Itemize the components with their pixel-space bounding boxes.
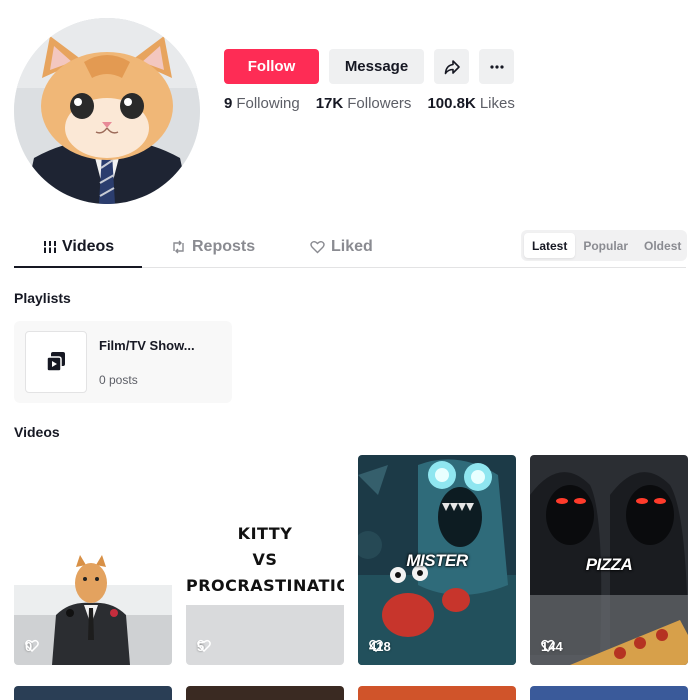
view-count: 144 — [541, 639, 563, 654]
playlist-thumbnail — [25, 331, 87, 393]
view-count: 418 — [369, 639, 391, 654]
video-card[interactable]: PIZZA 144 — [530, 455, 688, 665]
video-card[interactable] — [358, 686, 516, 700]
playlists-heading: Playlists — [14, 290, 71, 306]
video-card[interactable]: MISTER 418 — [358, 455, 516, 665]
videos-heading: Videos — [14, 424, 60, 440]
share-button[interactable] — [434, 49, 469, 84]
tab-videos[interactable]: Videos — [44, 238, 114, 256]
active-tab-indicator — [14, 266, 142, 268]
playlist-card[interactable]: Film/TV Show... 0 posts — [14, 321, 232, 403]
tab-label: Videos — [62, 238, 115, 255]
following-stat[interactable]: 9 Following — [224, 95, 300, 112]
tab-label: Reposts — [192, 238, 256, 255]
heart-lock-icon — [310, 241, 325, 254]
heart-icon — [541, 639, 555, 652]
sort-oldest[interactable]: Oldest — [636, 233, 689, 258]
video-card[interactable]: KITTY VS PROCRASTINATION 5 — [186, 455, 344, 665]
tab-label: Liked — [331, 238, 373, 255]
view-count: 0 — [25, 639, 39, 654]
likes-stat: 100.8K Likes — [427, 95, 515, 112]
heart-icon — [25, 639, 39, 652]
video-card[interactable] — [530, 686, 688, 700]
profile-stats: 9 Following 17K Followers 100.8K Likes — [224, 95, 515, 112]
playlist-icon — [46, 352, 65, 372]
video-card[interactable] — [186, 686, 344, 700]
view-count: 5 — [197, 639, 211, 654]
follow-button[interactable]: Follow — [224, 49, 319, 84]
video-card[interactable] — [14, 686, 172, 700]
profile-avatar[interactable] — [14, 18, 200, 204]
followers-stat[interactable]: 17K Followers — [316, 95, 412, 112]
sort-latest[interactable]: Latest — [524, 233, 576, 258]
message-button[interactable]: Message — [329, 49, 424, 84]
more-options-button[interactable] — [479, 49, 514, 84]
more-icon — [489, 64, 504, 69]
sort-toggle: Latest Popular Oldest — [521, 230, 687, 261]
playlist-title: Film/TV Show... — [99, 338, 195, 353]
grid-icon — [44, 241, 56, 253]
sort-popular[interactable]: Popular — [575, 233, 636, 258]
playlist-post-count: 0 posts — [99, 373, 138, 387]
share-icon — [444, 59, 460, 74]
video-thumbnail — [14, 455, 172, 665]
video-title-overlay: PIZZA — [585, 555, 633, 574]
video-card[interactable]: 0 — [14, 455, 172, 665]
video-title-overlay: MISTER — [406, 551, 468, 570]
repost-icon — [173, 240, 184, 254]
heart-icon — [369, 639, 383, 652]
heart-icon — [197, 639, 211, 652]
tab-reposts[interactable]: Reposts — [171, 238, 255, 256]
video-text-overlay: KITTY VS PROCRASTINATION — [186, 524, 344, 595]
tab-liked[interactable]: Liked — [310, 238, 373, 256]
